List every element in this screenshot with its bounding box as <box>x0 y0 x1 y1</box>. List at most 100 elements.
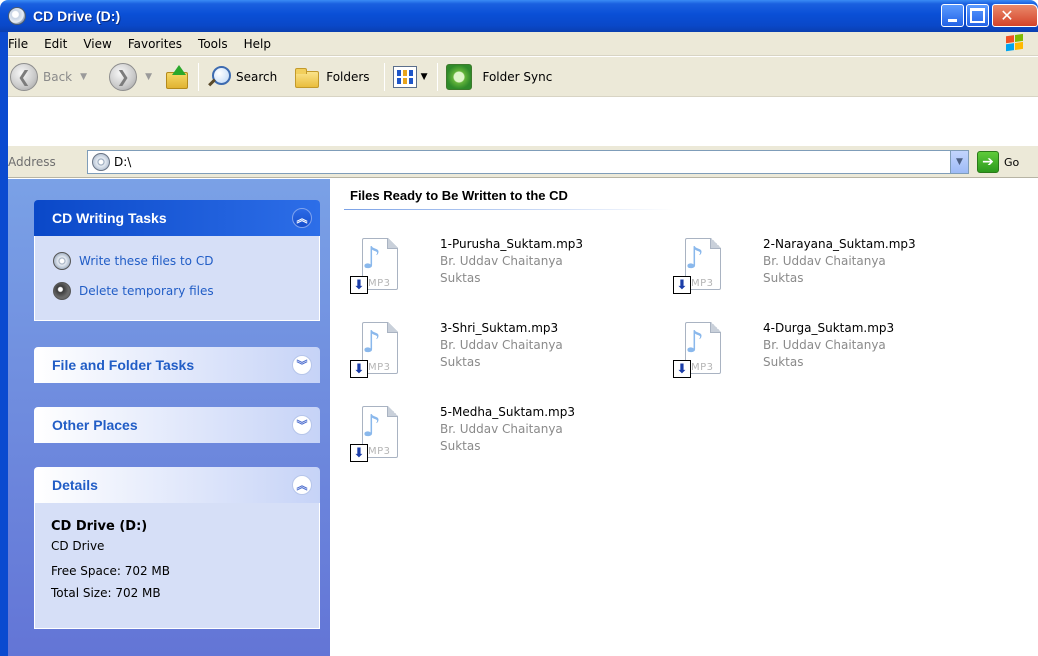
menu-favorites[interactable]: Favorites <box>120 37 190 51</box>
file-folder-tasks-title: File and Folder Tasks <box>52 357 195 373</box>
mp3-file-icon: ♪ MP3 ⬇ <box>350 322 400 380</box>
menu-view[interactable]: View <box>75 37 119 51</box>
windows-logo-icon <box>1006 33 1024 53</box>
back-arrow-icon: ❮ <box>10 62 38 91</box>
other-places-panel: Other Places ︾ <box>34 407 320 443</box>
menu-edit[interactable]: Edit <box>36 37 75 51</box>
up-folder-button[interactable] <box>160 59 194 95</box>
cd-writing-tasks-panel: CD Writing Tasks ︽ Write these files to … <box>34 200 320 321</box>
views-icon <box>392 65 417 88</box>
address-input[interactable]: D:\ ▼ <box>87 150 969 174</box>
search-icon <box>207 65 231 89</box>
menu-bar: File Edit View Favorites Tools Help <box>0 32 1038 56</box>
file-artist: Br. Uddav Chaitanya <box>763 337 886 352</box>
toolbar-separator <box>383 62 385 91</box>
maximize-button[interactable] <box>966 4 989 27</box>
file-name: 4-Durga_Suktam.mp3 <box>763 321 895 335</box>
file-name: 3-Shri_Suktam.mp3 <box>440 321 559 335</box>
address-value: D:\ <box>114 155 132 169</box>
file-artist: Br. Uddav Chaitanya <box>440 421 563 436</box>
folder-sync-button[interactable]: Folder Sync <box>442 59 556 95</box>
chevron-up-icon[interactable]: ︽ <box>292 475 312 495</box>
toolbar: ❮ Back ▼ ❯ ▼ Search Folders ▼ Folder Syn… <box>0 57 1038 97</box>
window-border <box>0 32 8 656</box>
back-button[interactable]: ❮ Back ▼ <box>6 59 91 95</box>
task-label: Write these files to CD <box>79 254 214 268</box>
forward-dropdown-icon[interactable]: ▼ <box>145 72 152 82</box>
file-album: Suktas <box>763 354 804 369</box>
title-bar[interactable]: CD Drive (D:) <box>0 0 1038 32</box>
details-total-size: Total Size: 702 MB <box>51 586 161 601</box>
other-places-title: Other Places <box>52 417 138 433</box>
go-button[interactable]: ➔ Go <box>977 151 1019 173</box>
search-label: Search <box>235 69 278 84</box>
task-label: Delete temporary files <box>79 284 214 298</box>
task-pane: CD Writing Tasks ︽ Write these files to … <box>8 179 330 656</box>
close-button[interactable] <box>992 4 1038 27</box>
file-album: Suktas <box>440 270 481 285</box>
file-artist: Br. Uddav Chaitanya <box>440 337 563 352</box>
details-title: Details <box>52 477 98 493</box>
file-folder-tasks-header[interactable]: File and Folder Tasks ︾ <box>34 347 320 383</box>
file-name: 1-Purusha_Suktam.mp3 <box>440 237 584 251</box>
group-heading: Files Ready to Be Written to the CD <box>350 188 568 203</box>
file-folder-tasks-panel: File and Folder Tasks ︾ <box>34 347 320 383</box>
file-artist: Br. Uddav Chaitanya <box>440 253 563 268</box>
write-files-to-cd-link[interactable]: Write these files to CD <box>47 246 307 276</box>
delete-cd-icon <box>53 282 71 300</box>
details-drive-name: CD Drive (D:) <box>51 519 148 534</box>
forward-button[interactable]: ❯ ▼ <box>105 59 156 95</box>
file-item[interactable]: ♪ MP3 ⬇ 4-Durga_Suktam.mp3 Br. Uddav Chai… <box>667 318 967 388</box>
chevron-down-icon[interactable]: ︾ <box>292 415 312 435</box>
file-item[interactable]: ♪ MP3 ⬇ 2-Narayana_Suktam.mp3 Br. Uddav C… <box>667 234 967 304</box>
file-album: Suktas <box>763 270 804 285</box>
file-name: 5-Medha_Suktam.mp3 <box>440 405 575 419</box>
minimize-button[interactable] <box>941 4 964 27</box>
mp3-file-icon: ♪ MP3 ⬇ <box>350 238 400 296</box>
toolbar-separator <box>197 62 199 91</box>
other-places-header[interactable]: Other Places ︾ <box>34 407 320 443</box>
views-button[interactable]: ▼ <box>389 59 432 95</box>
views-dropdown-icon[interactable]: ▼ <box>421 72 428 82</box>
search-button[interactable]: Search <box>203 59 281 95</box>
folders-icon <box>293 65 321 89</box>
details-free-space: Free Space: 702 MB <box>51 563 171 578</box>
chevron-down-icon[interactable]: ︾ <box>292 355 312 375</box>
menu-tools[interactable]: Tools <box>190 37 236 51</box>
file-view: Files Ready to Be Written to the CD ♪ MP… <box>330 179 1038 656</box>
file-item[interactable]: ♪ MP3 ⬇ 3-Shri_Suktam.mp3 Br. Uddav Chait… <box>344 318 644 388</box>
address-label: Address <box>8 154 56 169</box>
folders-label: Folders <box>326 69 370 84</box>
delete-temporary-files-link[interactable]: Delete temporary files <box>47 276 307 306</box>
folder-sync-icon <box>446 63 473 90</box>
address-bar: Address D:\ ▼ ➔ Go <box>0 146 1038 178</box>
folder-sync-label: Folder Sync <box>482 69 553 84</box>
details-drive-type: CD Drive <box>51 539 105 554</box>
go-label: Go <box>1004 155 1020 169</box>
file-item[interactable]: ♪ MP3 ⬇ 1-Purusha_Suktam.mp3 Br. Uddav Ch… <box>344 234 644 304</box>
address-dropdown-icon[interactable]: ▼ <box>950 151 968 173</box>
forward-arrow-icon: ❯ <box>109 62 138 91</box>
cd-writing-tasks-body: Write these files to CD Delete temporary… <box>34 236 320 321</box>
group-divider <box>344 209 674 210</box>
cd-drive-icon <box>8 7 26 25</box>
file-item[interactable]: ♪ MP3 ⬇ 5-Medha_Suktam.mp3 Br. Uddav Chai… <box>344 402 644 472</box>
cd-drive-icon <box>92 153 110 171</box>
details-header[interactable]: Details ︽ <box>34 467 320 503</box>
cd-writing-tasks-header[interactable]: CD Writing Tasks ︽ <box>34 200 320 236</box>
back-dropdown-icon[interactable]: ▼ <box>80 72 87 82</box>
folders-button[interactable]: Folders <box>289 59 373 95</box>
cd-write-icon <box>53 252 71 270</box>
toolbar-separator <box>437 62 439 91</box>
file-album: Suktas <box>440 354 481 369</box>
mp3-file-icon: ♪ MP3 ⬇ <box>673 322 723 380</box>
file-artist: Br. Uddav Chaitanya <box>763 253 886 268</box>
details-body: CD Drive (D:) CD Drive Free Space: 702 M… <box>34 503 320 629</box>
cd-writing-tasks-title: CD Writing Tasks <box>52 210 167 226</box>
menu-help[interactable]: Help <box>236 37 279 51</box>
go-arrow-icon: ➔ <box>977 151 999 173</box>
details-panel: Details ︽ CD Drive (D:) CD Drive Free Sp… <box>34 467 320 629</box>
chevron-up-icon[interactable]: ︽ <box>292 208 312 228</box>
mp3-file-icon: ♪ MP3 ⬇ <box>673 238 723 296</box>
window-title: CD Drive (D:) <box>33 8 121 24</box>
